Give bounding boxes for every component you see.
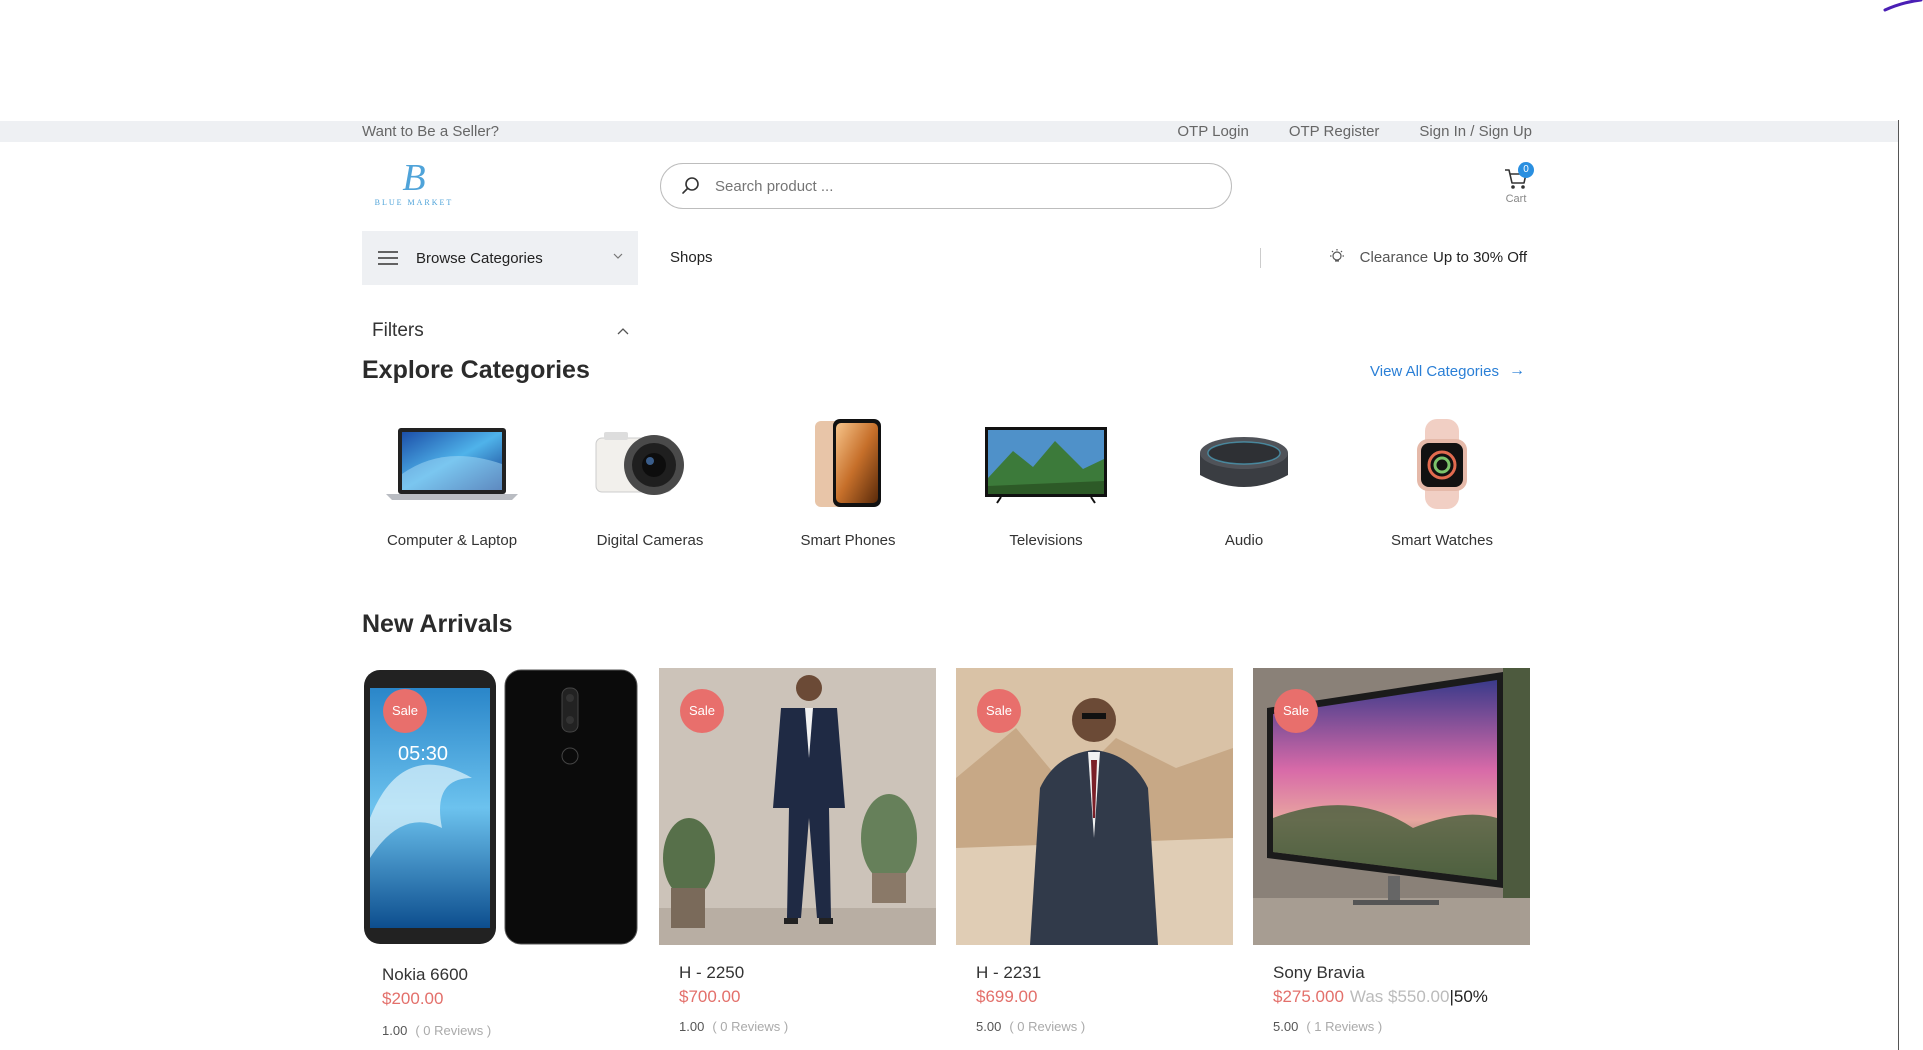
explore-categories-title: Explore Categories	[362, 356, 590, 384]
rating-value: 5.00	[976, 1019, 1002, 1034]
sign-in-link[interactable]: Sign In / Sign Up	[1419, 123, 1532, 140]
category-name: Smart Phones	[800, 532, 896, 549]
sale-badge: Sale	[1274, 689, 1318, 733]
clearance-offer: Up to 30% Off	[1433, 248, 1527, 266]
review-count: ( 0 Reviews )	[415, 1023, 492, 1038]
product-rating: 1.00 ( 0 Reviews )	[382, 1023, 639, 1038]
category-name: Smart Watches	[1391, 532, 1493, 549]
shops-link[interactable]: Shops	[670, 249, 713, 266]
logo-monogram: B	[402, 157, 426, 199]
search-input[interactable]	[715, 177, 1195, 195]
logo-text: BLUE MARKET	[374, 198, 454, 207]
category-item[interactable]: Televisions	[956, 414, 1136, 549]
category-item[interactable]: Smart Watches	[1352, 414, 1532, 549]
television-icon	[956, 414, 1136, 514]
product-image[interactable]: 05:30 Sale	[362, 668, 639, 945]
svg-text:05:30: 05:30	[398, 743, 448, 765]
cart-button[interactable]: 0 Cart	[1500, 162, 1534, 210]
category-name: Televisions	[1009, 532, 1083, 549]
product-price: $200.00	[382, 989, 444, 1008]
filters-toggle[interactable]: Filters	[372, 320, 630, 344]
category-item[interactable]: Computer & Laptop	[362, 414, 542, 549]
top-bar: Want to Be a Seller? OTP Login OTP Regis…	[0, 121, 1898, 142]
product-card[interactable]: 05:30 Sale Nokia 6600 $200.00 1.00 ( 0 Re…	[362, 668, 639, 1038]
review-count: ( 0 Reviews )	[1009, 1019, 1086, 1034]
smartphone-icon	[758, 414, 938, 514]
review-count: ( 1 Reviews )	[1306, 1019, 1383, 1034]
category-item[interactable]: Audio	[1154, 414, 1334, 549]
nav-row: Browse Categories Shops Clearance Up to …	[362, 231, 1532, 285]
category-item[interactable]: Digital Cameras	[560, 414, 740, 549]
category-item[interactable]: Smart Phones	[758, 414, 938, 549]
product-card[interactable]: Sale Sony Bravia $275.000 Was $550.00|50%…	[1253, 668, 1530, 1034]
sale-price: $275.000	[1273, 987, 1344, 1006]
cart-count-badge: 0	[1518, 162, 1534, 178]
clearance-label: Clearance	[1359, 248, 1429, 266]
viewport-edge-line	[1898, 120, 1899, 1050]
nav-divider	[1260, 248, 1261, 268]
camera-icon	[560, 414, 740, 514]
pen-stroke-mark	[1883, 0, 1923, 12]
product-rating: 1.00 ( 0 Reviews )	[679, 1019, 936, 1034]
product-card[interactable]: Sale H - 2250 $700.00 1.00 ( 0 Reviews )	[659, 668, 936, 1034]
smartwatch-icon	[1352, 414, 1532, 514]
product-name[interactable]: Nokia 6600	[382, 965, 639, 985]
rating-value: 1.00	[382, 1023, 408, 1038]
category-name: Digital Cameras	[596, 532, 704, 549]
sale-badge: Sale	[977, 689, 1021, 733]
cart-label: Cart	[1505, 193, 1527, 205]
smart-speaker-icon	[1154, 414, 1334, 514]
sale-badge: Sale	[383, 689, 427, 733]
header: B BLUE MARKET 0 Cart	[362, 157, 1534, 214]
product-price: $275.000 Was $550.00|50%	[1273, 987, 1530, 1007]
discount-percent: |50%	[1449, 987, 1488, 1006]
product-price: $699.00	[976, 987, 1038, 1006]
sale-badge: Sale	[680, 689, 724, 733]
browse-categories-button[interactable]: Browse Categories	[362, 231, 638, 285]
chevron-up-icon	[617, 328, 629, 335]
search-icon[interactable]	[681, 176, 701, 196]
search-bar[interactable]	[660, 163, 1232, 209]
otp-register-link[interactable]: OTP Register	[1289, 123, 1380, 140]
product-name[interactable]: Sony Bravia	[1273, 963, 1530, 983]
product-rating: 5.00 ( 1 Reviews )	[1273, 1019, 1530, 1034]
rating-value: 5.00	[1273, 1019, 1299, 1034]
product-card[interactable]: Sale H - 2231 $699.00 5.00 ( 0 Reviews )	[956, 668, 1233, 1034]
category-name: Audio	[1224, 532, 1264, 549]
product-grid: 05:30 Sale Nokia 6600 $200.00 1.00 ( 0 Re…	[362, 668, 1532, 1050]
product-name[interactable]: H - 2231	[976, 963, 1233, 983]
rating-value: 1.00	[679, 1019, 705, 1034]
lightbulb-icon	[1329, 249, 1344, 262]
laptop-icon	[362, 414, 542, 514]
seller-link[interactable]: Want to Be a Seller?	[362, 123, 499, 140]
review-count: ( 0 Reviews )	[712, 1019, 789, 1034]
chevron-down-icon	[613, 253, 623, 259]
product-rating: 5.00 ( 0 Reviews )	[976, 1019, 1233, 1034]
category-list: Computer & Laptop Digital Cameras Smart …	[362, 414, 1532, 549]
product-price: $700.00	[679, 987, 741, 1006]
product-image[interactable]: Sale	[1253, 668, 1530, 945]
product-image[interactable]: Sale	[659, 668, 936, 945]
filters-label: Filters	[372, 320, 424, 341]
new-arrivals-title: New Arrivals	[362, 610, 513, 638]
arrow-right-icon: →	[1508, 362, 1525, 379]
menu-icon	[378, 251, 398, 265]
original-price: Was $550.00	[1349, 987, 1450, 1006]
auth-links: OTP Login OTP Register Sign In / Sign Up	[1177, 123, 1532, 140]
product-name[interactable]: H - 2250	[679, 963, 936, 983]
product-image[interactable]: Sale	[956, 668, 1233, 945]
category-name: Computer & Laptop	[386, 532, 518, 549]
logo[interactable]: B BLUE MARKET	[374, 157, 454, 210]
view-all-label: View All Categories	[1370, 362, 1499, 380]
browse-categories-label: Browse Categories	[416, 249, 543, 267]
clearance-link[interactable]: Clearance Up to 30% Off	[1328, 248, 1527, 266]
view-all-categories-link[interactable]: View All Categories →	[1370, 362, 1525, 380]
otp-login-link[interactable]: OTP Login	[1177, 123, 1248, 140]
